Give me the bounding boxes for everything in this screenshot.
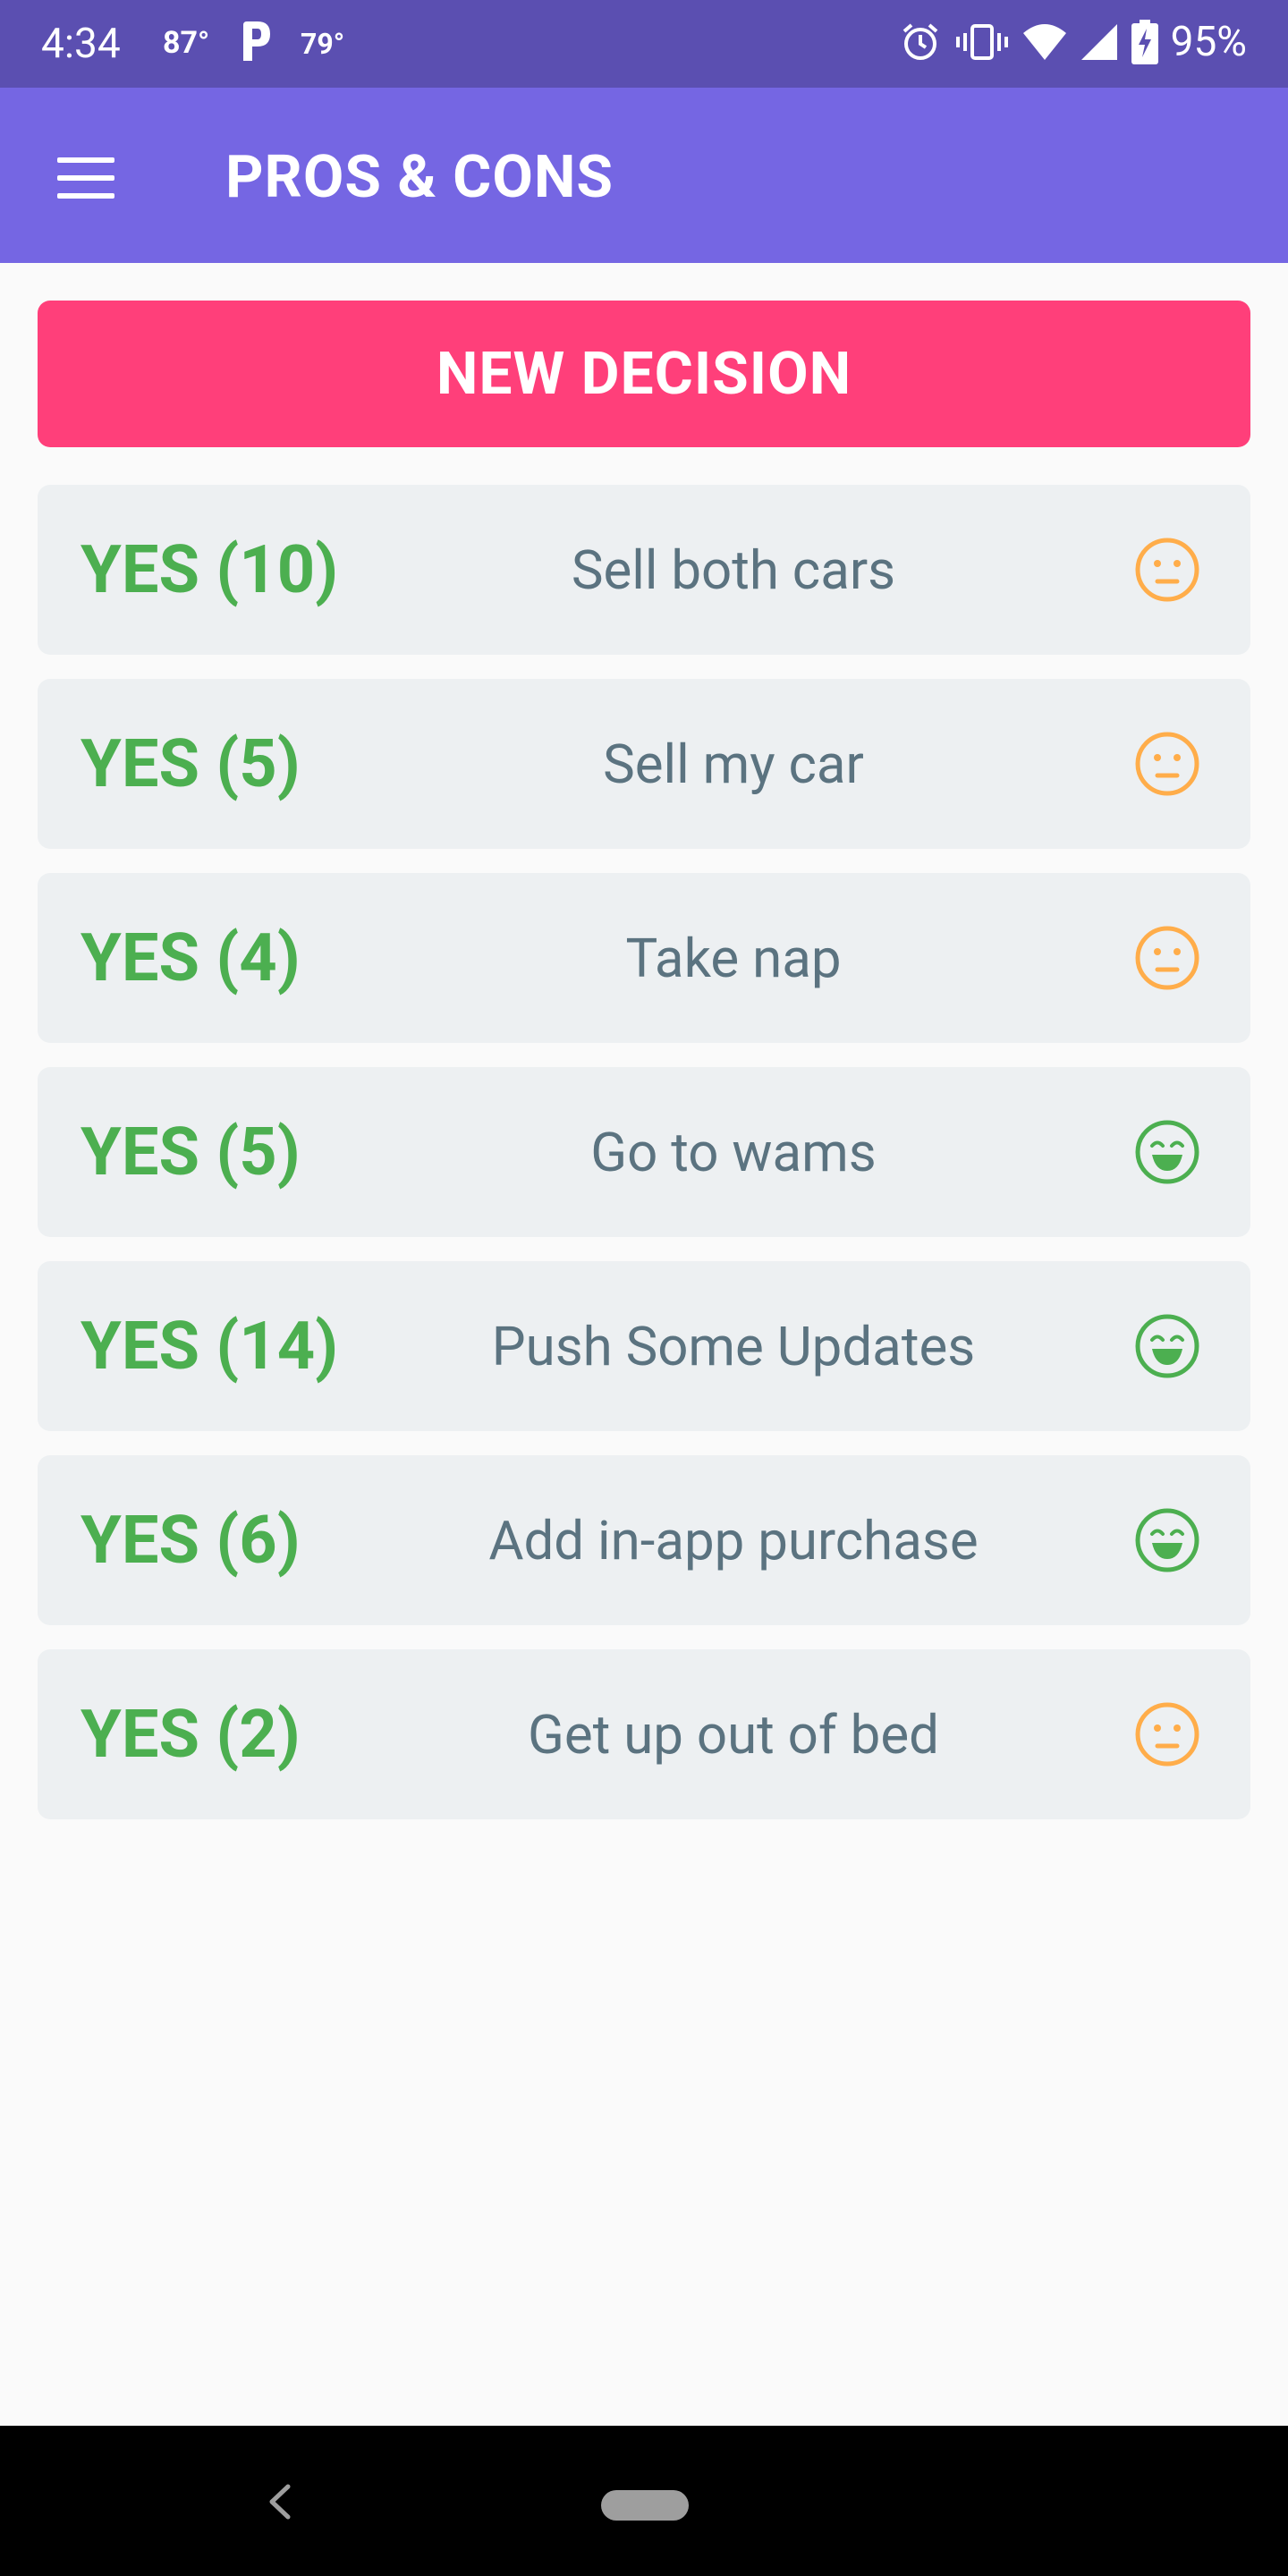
decision-title: Add in-app purchase [488, 1508, 979, 1572]
app-bar: PROS & CONS [0, 88, 1288, 263]
vibrate-icon [955, 24, 1008, 60]
decision-card[interactable]: YES (2) Get up out of bed [38, 1649, 1250, 1819]
happy-face-icon [1135, 1508, 1199, 1572]
happy-face-icon [1135, 1120, 1199, 1184]
decision-card[interactable]: YES (5) Go to wams [38, 1067, 1250, 1237]
decision-verdict: YES (4) [80, 919, 301, 997]
neutral-face-icon [1135, 538, 1199, 602]
decision-verdict: YES (2) [80, 1695, 301, 1774]
status-bar: 4:34 87° 79° 95% [0, 0, 1288, 88]
decision-card[interactable]: YES (4) Take nap [38, 873, 1250, 1043]
decision-card[interactable]: YES (14) Push Some Updates [38, 1261, 1250, 1431]
decision-title: Take nap [625, 926, 842, 990]
cell-signal-icon [1080, 24, 1117, 60]
status-temperature-secondary: 79° [301, 27, 345, 61]
decision-title: Get up out of bed [528, 1702, 939, 1767]
neutral-face-icon [1135, 926, 1199, 990]
page-title: PROS & CONS [225, 143, 614, 212]
decision-verdict: YES (6) [80, 1501, 301, 1580]
battery-percent: 95% [1170, 18, 1247, 66]
happy-face-icon [1135, 1314, 1199, 1378]
neutral-face-icon [1135, 1702, 1199, 1767]
decision-card[interactable]: YES (10) Sell both cars [38, 485, 1250, 655]
decision-title: Push Some Updates [491, 1314, 976, 1378]
decision-list: YES (10) Sell both cars YES (5) Sell my … [38, 485, 1250, 1843]
decision-verdict: YES (5) [80, 724, 301, 803]
status-temperature: 87° [163, 25, 210, 61]
system-navigation-bar [0, 2426, 1288, 2576]
alarm-icon [902, 23, 937, 60]
decision-verdict: YES (14) [80, 1307, 339, 1385]
battery-charging-icon [1131, 20, 1158, 64]
home-pill-button[interactable] [601, 2490, 689, 2521]
decision-title: Go to wams [590, 1120, 877, 1184]
status-icons: 95% [899, 18, 1247, 66]
decision-card[interactable]: YES (5) Sell my car [38, 679, 1250, 849]
decision-verdict: YES (5) [80, 1113, 301, 1191]
decision-title: Sell both cars [571, 538, 896, 602]
wifi-icon [1022, 24, 1066, 60]
status-time: 4:34 [41, 20, 121, 68]
decision-card[interactable]: YES (6) Add in-app purchase [38, 1455, 1250, 1625]
back-chevron-icon[interactable] [261, 2481, 297, 2522]
decision-verdict: YES (10) [80, 530, 339, 609]
parking-app-icon [243, 21, 270, 61]
new-decision-button[interactable]: NEW DECISION [38, 301, 1250, 447]
neutral-face-icon [1135, 732, 1199, 796]
hamburger-menu-icon[interactable] [57, 157, 118, 200]
decision-title: Sell my car [603, 732, 864, 796]
